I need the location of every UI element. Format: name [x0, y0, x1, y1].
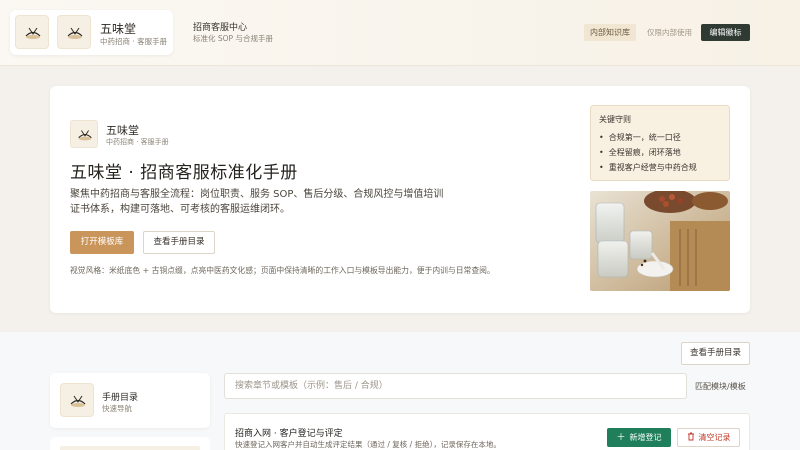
match-count-label: 匹配模块/模板	[695, 382, 746, 391]
clear-records-button[interactable]: 清空记录	[677, 428, 740, 447]
clear-records-label: 清空记录	[698, 433, 731, 442]
hero-description: 聚焦中药招商与客服全流程：岗位职责、服务 SOP、售后分级、合规风控与增值培训证…	[70, 189, 444, 215]
logo-icon	[57, 15, 91, 49]
page-title: 五味堂 · 招商客服标准化手册	[70, 163, 298, 183]
sidebar-toc-card[interactable]: 手册目录 快速导航	[50, 373, 210, 428]
sidebar-title: 手册目录	[102, 393, 139, 403]
brand-subtitle: 中药招商 · 客服手册	[100, 37, 168, 46]
brand-card[interactable]: 五味堂 中药招商 · 客服手册	[10, 10, 173, 55]
plus-icon: ＋	[616, 433, 626, 443]
rule-item: 全程留痕，闭环落地	[599, 145, 697, 160]
sidebar-nav-placeholder	[60, 446, 200, 450]
logo-icon	[60, 383, 94, 417]
rules-list: 合规第一，统一口径 全程留痕，闭环落地 重视客户经营与中药合规	[599, 130, 697, 175]
view-toc-button[interactable]: 查看手册目录	[143, 231, 215, 254]
hero-brand-subtitle: 中药招商 · 客服手册	[106, 138, 169, 146]
add-registration-button[interactable]: ＋新增登记	[607, 428, 671, 447]
add-registration-label: 新增登记	[629, 433, 662, 442]
hero-brand-name: 五味堂	[106, 124, 139, 137]
module-description: 快速登记入网客户并自动生成评定结果（通过 / 复核 / 拒绝），记录保存在本地。	[235, 440, 501, 449]
top-header: 五味堂 中药招商 · 客服手册 招商客服中心 标准化 SOP 与合规手册 内部知…	[0, 0, 800, 66]
rule-item: 合规第一，统一口径	[599, 130, 697, 145]
sidebar-subtitle: 快速导航	[102, 404, 132, 413]
knowledge-base-badge: 内部知识库	[584, 24, 636, 41]
sidebar-nav-item[interactable]	[50, 437, 210, 450]
hero-card: 五味堂 中药招商 · 客服手册 五味堂 · 招商客服标准化手册 聚焦中药招商与客…	[50, 86, 750, 313]
logo-icon	[15, 15, 49, 49]
rule-item: 重视客户经营与中药合规	[599, 160, 697, 175]
rules-title: 关键守则	[599, 115, 631, 124]
herbal-medicine-image	[590, 191, 730, 291]
brand-name: 五味堂	[100, 22, 137, 36]
trash-icon	[687, 430, 695, 447]
internal-use-text: 仅限内部使用	[647, 28, 692, 37]
logo-icon	[70, 120, 98, 148]
search-input[interactable]	[224, 373, 687, 399]
module-card: 招商入网 · 客户登记与评定 快速登记入网客户并自动生成评定结果（通过 / 复核…	[224, 413, 750, 450]
center-title: 招商客服中心	[193, 23, 248, 33]
style-note: 视觉风格：米纸底色 + 古铜点缀，点亮中医药文化感；页面中保持清晰的工作入口与模…	[70, 266, 495, 275]
open-template-library-button[interactable]: 打开模板库	[70, 231, 134, 254]
center-subtitle: 标准化 SOP 与合规手册	[193, 34, 273, 43]
key-rules-card: 关键守则 合规第一，统一口径 全程留痕，闭环落地 重视客户经营与中药合规	[590, 105, 730, 181]
view-toc-button-secondary[interactable]: 查看手册目录	[681, 342, 750, 365]
edit-logo-button[interactable]: 编辑徽标	[701, 24, 750, 41]
module-title: 招商入网 · 客户登记与评定	[235, 429, 343, 439]
